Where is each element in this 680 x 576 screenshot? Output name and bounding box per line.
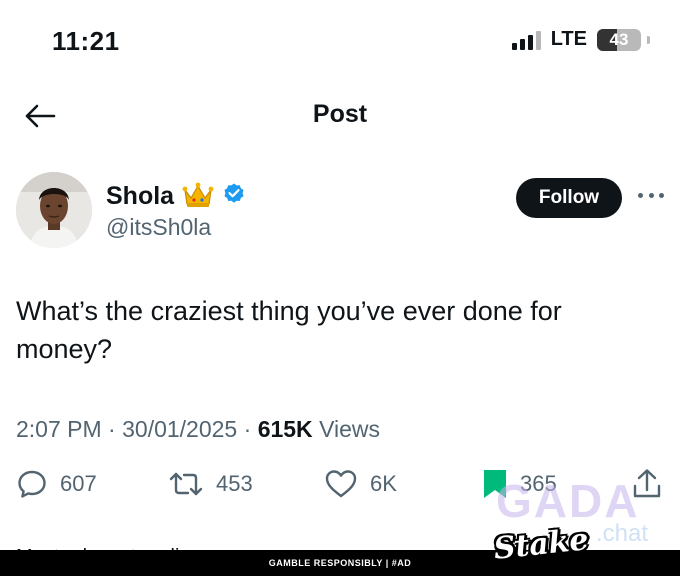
- views-label[interactable]: Views: [319, 416, 380, 442]
- status-bar: 11:21 LTE 43: [0, 0, 680, 80]
- status-indicators: LTE 43: [511, 28, 650, 51]
- name-row: Shola: [106, 180, 246, 213]
- stake-logo[interactable]: Stake: [492, 516, 590, 573]
- follow-button[interactable]: Follow: [516, 178, 622, 218]
- verified-badge-icon: [222, 182, 246, 211]
- repost-icon: [169, 472, 203, 496]
- signal-icon: [511, 30, 541, 50]
- author-row: Shola @itsSh0la Follow: [0, 168, 680, 258]
- battery-icon: 43: [597, 28, 641, 51]
- display-name[interactable]: Shola: [106, 182, 174, 211]
- action-bar: 607 453 6K 365: [0, 468, 680, 512]
- page-title: Post: [312, 100, 368, 128]
- more-options-icon[interactable]: [638, 188, 664, 202]
- post-time: 2:07 PM: [16, 416, 102, 442]
- post-meta: 2:07 PM · 30/01/2025 · 615K Views: [16, 416, 380, 443]
- meta-separator: ·: [108, 416, 123, 442]
- battery-level: 43: [609, 29, 629, 49]
- status-time: 11:21: [52, 26, 120, 56]
- reply-button[interactable]: 607: [16, 468, 97, 500]
- post-text: What’s the craziest thing you’ve ever do…: [16, 296, 562, 364]
- reply-count: 607: [60, 471, 97, 496]
- reply-icon: [18, 470, 46, 498]
- repost-count: 453: [216, 471, 253, 496]
- avatar[interactable]: [16, 172, 92, 248]
- user-handle[interactable]: @itsSh0la: [106, 214, 211, 241]
- like-button[interactable]: 6K: [324, 468, 397, 500]
- avatar-image: [16, 172, 92, 248]
- views-count[interactable]: 615K: [258, 416, 313, 442]
- crown-icon: [182, 180, 214, 213]
- network-label: LTE: [550, 28, 587, 50]
- battery-nub: [647, 35, 650, 44]
- meta-separator: ·: [243, 416, 258, 442]
- share-button[interactable]: [632, 468, 662, 500]
- bookmark-count: 365: [520, 471, 557, 496]
- header: Post: [0, 92, 680, 140]
- post-screen: 11:21 LTE 43 Post Shola @itsSh0la Follow…: [0, 0, 680, 576]
- share-icon: [633, 469, 661, 498]
- watermark-suffix: .chat: [596, 520, 649, 547]
- bookmark-icon: [484, 470, 506, 498]
- like-count: 6K: [370, 471, 397, 496]
- post-date: 30/01/2025: [122, 416, 238, 442]
- repost-button[interactable]: 453: [168, 468, 253, 500]
- heart-icon: [325, 470, 357, 498]
- bookmark-button[interactable]: 365: [482, 468, 557, 500]
